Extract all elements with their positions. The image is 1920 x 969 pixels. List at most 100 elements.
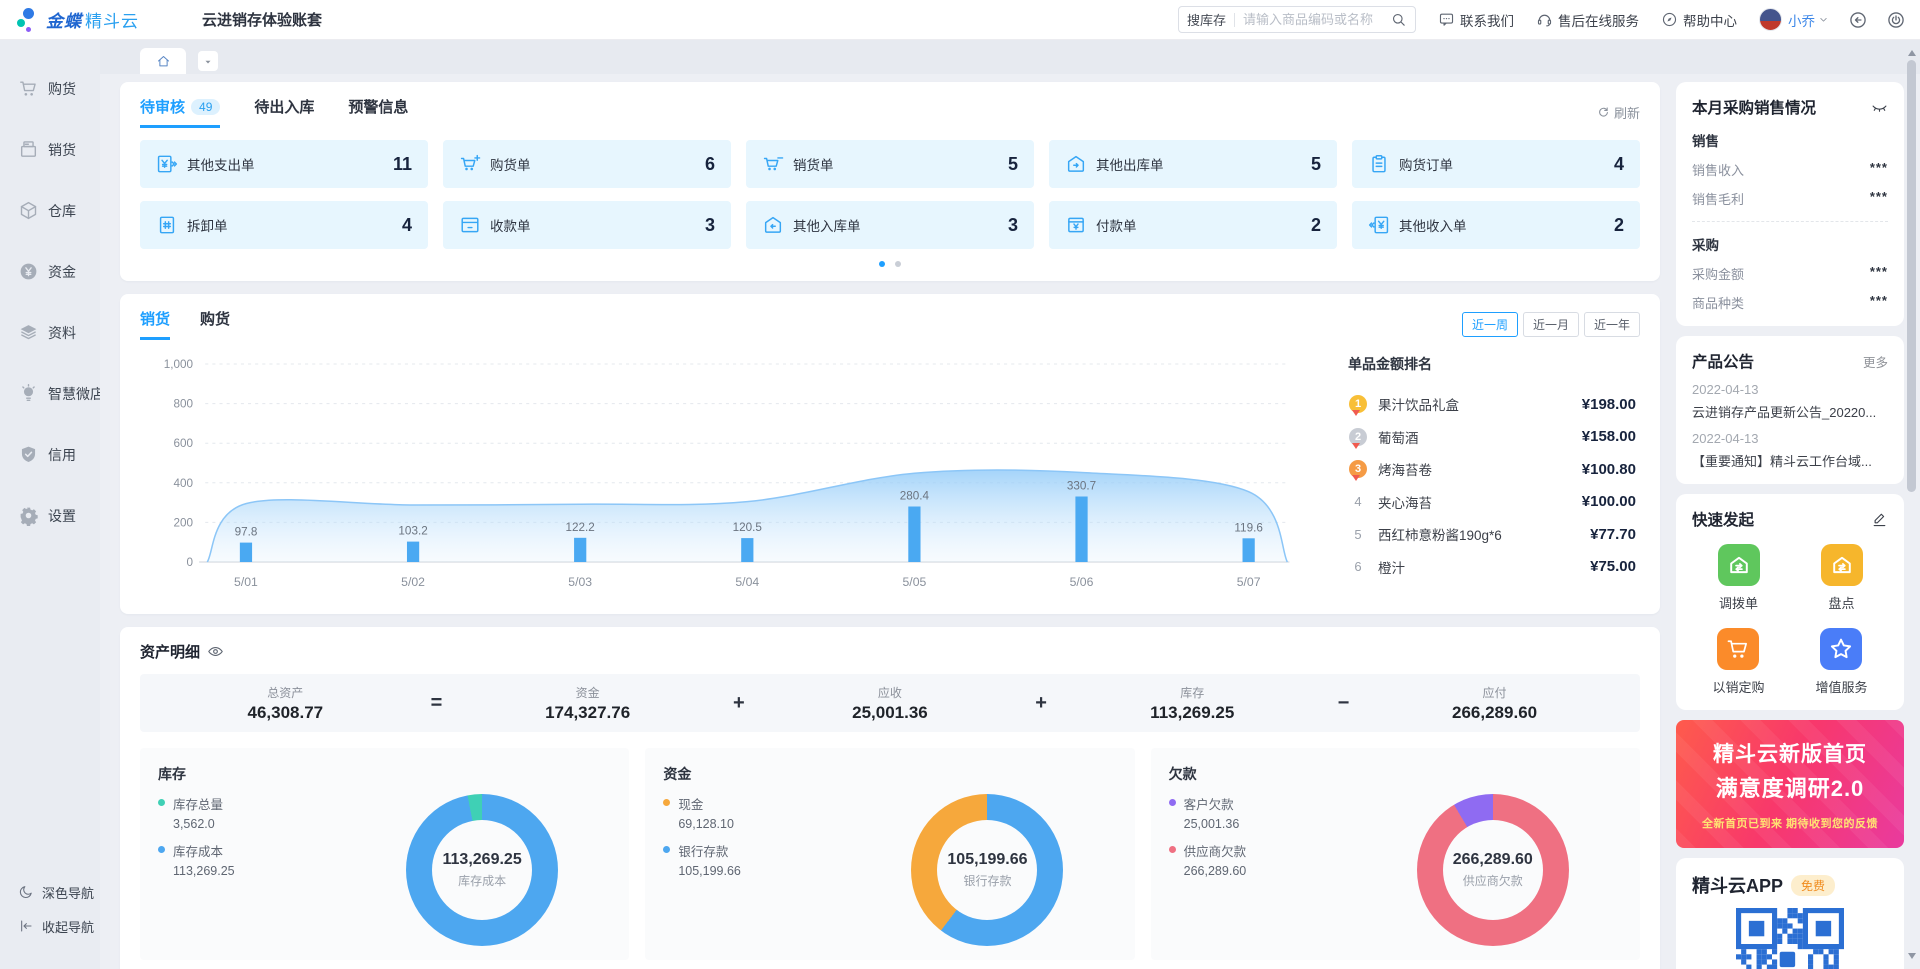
quick-action-stocktake[interactable]: 盘点 bbox=[1821, 544, 1863, 612]
todo-card-other-inbound[interactable]: 其他入库单 3 bbox=[746, 201, 1034, 249]
edit-icon[interactable] bbox=[1871, 511, 1888, 528]
rank-badge: 3 bbox=[1349, 460, 1367, 478]
svg-text:5/01: 5/01 bbox=[234, 575, 258, 589]
tab-pending-approval[interactable]: 待审核 49 bbox=[140, 96, 220, 128]
legend-value: 69,128.10 bbox=[678, 817, 734, 831]
todo-card-other-expense[interactable]: 其他支出单 11 bbox=[140, 140, 428, 188]
bulb-icon bbox=[18, 383, 39, 404]
contact-us-link[interactable]: 联系我们 bbox=[1438, 10, 1514, 30]
shield-icon bbox=[18, 444, 39, 465]
search-scope-label[interactable]: 搜库存 bbox=[1187, 10, 1226, 29]
survey-banner[interactable]: 精斗云新版首页 满意度调研2.0 全新首页已到来 期待收到您的反馈 bbox=[1676, 720, 1904, 848]
ranking-row[interactable]: 2 葡萄酒 ¥158.00 bbox=[1348, 421, 1636, 454]
logout-button[interactable] bbox=[1886, 10, 1906, 30]
tab-pending-approval-label: 待审核 bbox=[140, 96, 185, 117]
sidebar-item-smart-store[interactable]: 智慧微店 bbox=[0, 363, 100, 424]
todo-card-purchase-request[interactable]: 购货订单 4 bbox=[1352, 140, 1640, 188]
sidebar-item-warehouse[interactable]: 仓库 bbox=[0, 180, 100, 241]
assets-title: 资产明细 bbox=[140, 641, 200, 662]
rank-product-name: 夹心海苔 bbox=[1378, 492, 1582, 512]
house-swap-icon bbox=[1821, 544, 1863, 586]
announcements-more-link[interactable]: 更多 bbox=[1863, 352, 1888, 371]
svg-text:5/04: 5/04 bbox=[735, 575, 759, 589]
free-badge: 免费 bbox=[1791, 875, 1835, 896]
eye-closed-icon[interactable] bbox=[1871, 99, 1888, 116]
money-out-icon bbox=[156, 153, 178, 175]
sidebar-item-credit[interactable]: 信用 bbox=[0, 424, 100, 485]
ranking-row[interactable]: 1 果汁饮品礼盒 ¥198.00 bbox=[1348, 388, 1636, 421]
announcement-item[interactable]: 2022-04-13 云进销存产品更新公告_20220... bbox=[1692, 382, 1888, 421]
quick-action-purchase-by-sales[interactable]: 以销定购 bbox=[1712, 628, 1764, 696]
asset-donut-chart: 105,199.66 银行存款 bbox=[911, 794, 1063, 946]
cart-icon bbox=[18, 78, 39, 99]
ranking-row[interactable]: 4 夹心海苔 ¥100.00 bbox=[1348, 486, 1636, 519]
ranking-row[interactable]: 6 橙汁 ¥75.00 bbox=[1348, 551, 1636, 584]
todo-card-sales-order[interactable]: 销货单 5 bbox=[746, 140, 1034, 188]
eye-icon[interactable] bbox=[207, 643, 224, 660]
todo-card-other-income[interactable]: 其他收入单 2 bbox=[1352, 201, 1640, 249]
todo-card-other-outbound[interactable]: 其他出库单 5 bbox=[1049, 140, 1337, 188]
search-icon[interactable] bbox=[1390, 11, 1407, 28]
after-sales-service-link[interactable]: 售后在线服务 bbox=[1536, 10, 1639, 30]
home-tab[interactable] bbox=[140, 48, 186, 74]
inventory-search[interactable]: 搜库存 bbox=[1178, 6, 1416, 33]
svg-text:1,000: 1,000 bbox=[164, 358, 193, 371]
avatar[interactable] bbox=[1759, 8, 1782, 31]
tab-warning-info[interactable]: 预警信息 bbox=[348, 96, 408, 128]
dark-nav-toggle[interactable]: 深色导航 bbox=[0, 875, 100, 909]
asset-panel-inventory: 库存 库存总量3,562.0库存成本113,269.25 113,269.25 … bbox=[140, 748, 629, 960]
announcements-title: 产品公告 bbox=[1692, 350, 1754, 372]
legend-dot bbox=[158, 846, 165, 853]
range-last-week-button[interactable]: 近一周 bbox=[1462, 312, 1518, 337]
sidebar-item-data[interactable]: 资料 bbox=[0, 302, 100, 363]
rank-product-name: 葡萄酒 bbox=[1378, 427, 1582, 447]
todo-card-purchase-order[interactable]: 购货单 6 bbox=[443, 140, 731, 188]
app-qr-code bbox=[1736, 908, 1844, 969]
sidebar-item-settings[interactable]: 设置 bbox=[0, 485, 100, 546]
todo-card-payment[interactable]: 付款单 2 bbox=[1049, 201, 1337, 249]
refresh-label: 刷新 bbox=[1614, 103, 1640, 122]
scroll-down-arrow[interactable] bbox=[1908, 953, 1916, 963]
ranking-row[interactable]: 5 西红柿意粉酱190g*6 ¥77.70 bbox=[1348, 518, 1636, 551]
scroll-up-arrow[interactable] bbox=[1908, 46, 1916, 56]
donut-center-value: 266,289.60 bbox=[1453, 851, 1533, 869]
quick-action-value-added[interactable]: 增值服务 bbox=[1815, 628, 1867, 696]
tab-purchase[interactable]: 购货 bbox=[200, 308, 230, 340]
sidebar-item-sales[interactable]: 销货 bbox=[0, 119, 100, 180]
tab-sales[interactable]: 销货 bbox=[140, 308, 170, 340]
legend-value: 113,269.25 bbox=[173, 864, 235, 878]
sidebar-item-purchase[interactable]: 购货 bbox=[0, 58, 100, 119]
tab-list-dropdown[interactable] bbox=[198, 51, 218, 71]
search-input[interactable] bbox=[1243, 12, 1390, 27]
scrollbar-thumb[interactable] bbox=[1907, 60, 1916, 492]
todo-card-receipt[interactable]: 收款单 3 bbox=[443, 201, 731, 249]
svg-text:5/03: 5/03 bbox=[568, 575, 592, 589]
quick-launch-grid: 调拨单 盘点 以销定购 增值服务 bbox=[1692, 544, 1888, 696]
page-tabstrip bbox=[100, 40, 1920, 74]
tab-warning-info-label: 预警信息 bbox=[348, 96, 408, 117]
todo-card-disassembly[interactable]: 拆卸单 4 bbox=[140, 201, 428, 249]
svg-text:800: 800 bbox=[173, 398, 193, 411]
back-to-old-version-button[interactable] bbox=[1848, 10, 1868, 30]
pagination-dot-2[interactable] bbox=[895, 261, 901, 267]
announcement-item[interactable]: 2022-04-13 【重要通知】精斗云工作台域... bbox=[1692, 431, 1888, 470]
refresh-button[interactable]: 刷新 bbox=[1597, 103, 1640, 122]
collapse-nav-button[interactable]: 收起导航 bbox=[0, 909, 100, 943]
pagination-dot-1[interactable] bbox=[879, 261, 885, 267]
range-last-month-button[interactable]: 近一月 bbox=[1523, 312, 1579, 337]
quick-action-transfer-order[interactable]: 调拨单 bbox=[1718, 544, 1760, 612]
cart-minus-icon bbox=[762, 153, 784, 175]
ranking-row[interactable]: 3 烤海苔卷 ¥100.80 bbox=[1348, 453, 1636, 486]
formula-inventory: 库存 113,269.25 bbox=[1132, 684, 1252, 723]
tab-pending-stock-io[interactable]: 待出入库 bbox=[254, 96, 314, 128]
kingdee-logo[interactable]: 金蝶 精斗云 bbox=[14, 6, 184, 34]
sidebar-item-funds[interactable]: 资金 bbox=[0, 241, 100, 302]
help-center-link[interactable]: 帮助中心 bbox=[1661, 10, 1737, 30]
page-scrollbar[interactable] bbox=[1906, 44, 1918, 965]
legend-item: 供应商欠款266,289.60 bbox=[1169, 841, 1364, 878]
chevron-down-icon[interactable] bbox=[1817, 13, 1830, 26]
range-last-year-button[interactable]: 近一年 bbox=[1584, 312, 1640, 337]
legend-label: 现金 bbox=[678, 794, 734, 813]
username[interactable]: 小乔 bbox=[1788, 10, 1815, 30]
dark-nav-label: 深色导航 bbox=[42, 883, 94, 902]
